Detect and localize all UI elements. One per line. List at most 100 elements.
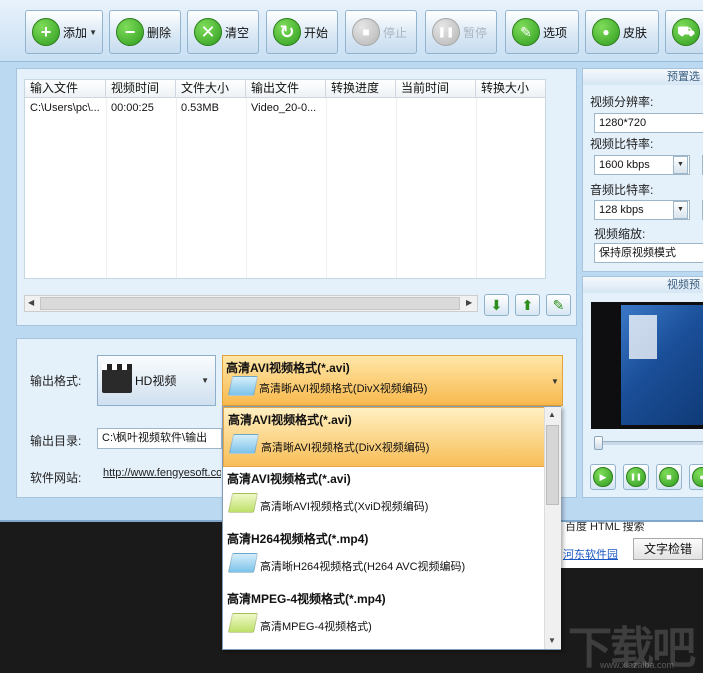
column-header-duration[interactable]: 视频时间 [106, 80, 176, 98]
options-button[interactable]: ✎ 选项 [505, 10, 579, 54]
table-cell[interactable] [396, 99, 476, 117]
toolbar: + 添加 ▼ − 删除 ✕ 清空 ↻ 开始 ■ 停止 ❚❚ 暂停 ✎ 选项 ● … [0, 0, 703, 62]
seek-bar[interactable] [594, 441, 703, 445]
chevron-down-icon: ▼ [89, 28, 97, 37]
scroll-down-icon[interactable]: ▼ [548, 636, 556, 645]
clapperboard-icon [102, 363, 132, 393]
resolution-label: 视频分辨率: [590, 95, 654, 109]
add-button[interactable]: + 添加 ▼ [25, 10, 103, 54]
pause-button[interactable]: ❚❚ 暂停 [425, 10, 497, 54]
column-header-progress[interactable]: 转换进度 [326, 80, 396, 98]
dropdown-item[interactable]: 高清H264视频格式(*.mp4) 高清晰H264视频格式(H264 AVC视频… [223, 527, 545, 587]
clear-icon: ✕ [194, 18, 222, 46]
stop-button-label: 停止 [383, 25, 408, 40]
format-category-dropdown[interactable]: HD视频 ▼ [97, 355, 216, 406]
plus-icon: + [32, 18, 60, 46]
background-link[interactable]: 河东软件园 [563, 546, 618, 562]
table-cell[interactable]: 00:00:25 [106, 99, 176, 117]
minus-icon: − [116, 18, 144, 46]
scroll-left-icon[interactable]: ◀ [28, 298, 34, 307]
chevron-down-icon[interactable]: ▼ [551, 377, 559, 386]
scale-select[interactable]: 保持原视频模式 [594, 243, 703, 263]
vertical-scrollbar-thumb[interactable] [546, 425, 559, 505]
play-button[interactable]: ▶ [590, 464, 616, 490]
column-header-output-file[interactable]: 输出文件 [246, 80, 326, 98]
format-dropdown-subtitle: 高清晰AVI视频格式(DivX视频编码) [259, 383, 428, 395]
chevron-down-icon: ▼ [201, 376, 209, 385]
dropdown-item[interactable]: 高清AVI视频格式(*.avi) 高清晰AVI视频格式(DivX视频编码) [223, 407, 545, 467]
chevron-down-icon[interactable]: ▼ [673, 156, 688, 174]
website-link[interactable]: http://www.fengyesoft.com [103, 467, 221, 479]
dropdown-item-subtitle: 高清晰H264视频格式(H264 AVC视频编码) [260, 561, 466, 573]
table-cell[interactable]: 0.53MB [176, 99, 246, 117]
stop-button[interactable]: ■ [656, 464, 682, 490]
preview-header: 视频预 [583, 277, 703, 293]
skin-button-label: 皮肤 [623, 25, 648, 40]
table-cell[interactable]: C:\Users\pc\... [25, 99, 106, 117]
audio-bitrate-label: 音频比特率: [590, 183, 654, 197]
tools-icon: ✎ [512, 18, 540, 46]
output-dir-field[interactable]: C:\枫叶视频软件\输出 [97, 428, 222, 449]
video-preview [591, 302, 703, 429]
folder-icon [227, 376, 259, 396]
stop-icon: ■ [352, 18, 380, 46]
column-divider [396, 98, 397, 278]
dropdown-item-title: 高清MPEG-4视频格式(*.mp4) [227, 592, 386, 606]
buy-button[interactable]: ⛟ [665, 10, 703, 54]
column-divider [246, 98, 247, 278]
seek-handle[interactable] [594, 436, 603, 450]
background-button[interactable]: 文字检错 [633, 538, 703, 560]
start-button[interactable]: ↻ 开始 [266, 10, 338, 54]
delete-button[interactable]: − 删除 [109, 10, 181, 54]
clear-button-label: 清空 [225, 25, 250, 40]
folder-icon [227, 493, 259, 513]
edit-button[interactable]: ✎ [546, 294, 571, 316]
stop-button[interactable]: ■ 停止 [345, 10, 417, 54]
resolution-field[interactable]: 1280*720 [594, 113, 703, 133]
file-table[interactable]: 输入文件 视频时间 文件大小 输出文件 转换进度 当前时间 转换大小 C:\Us… [24, 79, 546, 279]
dropdown-item[interactable]: 高清MPEG-4视频格式(*.mp4) 高清MPEG-4视频格式) [223, 587, 545, 647]
format-category-value: HD视频 [135, 374, 177, 388]
column-divider [176, 98, 177, 278]
dropdown-item-title: 高清AVI视频格式(*.avi) [228, 413, 352, 427]
column-header-converted-size[interactable]: 转换大小 [476, 80, 546, 98]
scroll-right-icon[interactable]: ▶ [466, 298, 472, 307]
video-bitrate-label: 视频比特率: [590, 137, 654, 151]
column-header-current-time[interactable]: 当前时间 [396, 80, 476, 98]
pause-icon: ❚❚ [432, 18, 460, 46]
horizontal-scrollbar-thumb[interactable] [40, 297, 460, 310]
column-divider [476, 98, 477, 278]
dropdown-item[interactable]: 高清AVI视频格式(*.avi) 高清晰AVI视频格式(XviD视频编码) [223, 467, 545, 527]
scroll-up-icon[interactable]: ▲ [548, 410, 556, 419]
skin-button[interactable]: ● 皮肤 [585, 10, 659, 54]
column-divider [106, 98, 107, 278]
move-up-button[interactable]: ⬆ [515, 294, 540, 316]
column-divider [326, 98, 327, 278]
cart-icon: ⛟ [672, 18, 700, 46]
table-cell[interactable] [326, 99, 396, 117]
move-down-button[interactable]: ⬇ [484, 294, 509, 316]
watermark-url: www.xiazaiba.com [600, 660, 675, 670]
folder-icon [227, 613, 259, 633]
chevron-down-icon[interactable]: ▼ [673, 201, 688, 219]
circle-icon: ● [692, 467, 703, 487]
play-icon: ▶ [593, 467, 613, 487]
pause-button[interactable]: ❚❚ [623, 464, 649, 490]
pause-icon: ❚❚ [626, 467, 646, 487]
output-format-label: 输出格式: [30, 374, 82, 388]
refresh-icon: ↻ [273, 18, 301, 46]
table-cell[interactable]: Video_20-0... [246, 99, 326, 117]
dropdown-item-title: 高清H264视频格式(*.mp4) [227, 532, 369, 546]
arrow-down-icon: ⬇ [490, 296, 503, 313]
dropdown-item-title: 高清AVI视频格式(*.avi) [227, 472, 351, 486]
column-header-file-size[interactable]: 文件大小 [176, 80, 246, 98]
column-header-input-file[interactable]: 输入文件 [25, 80, 106, 98]
format-dropdown-title: 高清AVI视频格式(*.avi) [226, 361, 350, 375]
folder-icon [227, 553, 259, 573]
extra-button[interactable]: ● [689, 464, 703, 490]
edit-icon: ✎ [552, 296, 565, 313]
apple-icon: ● [592, 18, 620, 46]
clear-button[interactable]: ✕ 清空 [187, 10, 259, 54]
table-cell[interactable] [476, 99, 546, 117]
format-dropdown-list[interactable]: 高清AVI视频格式(*.avi) 高清晰AVI视频格式(DivX视频编码) 高清… [222, 406, 561, 650]
